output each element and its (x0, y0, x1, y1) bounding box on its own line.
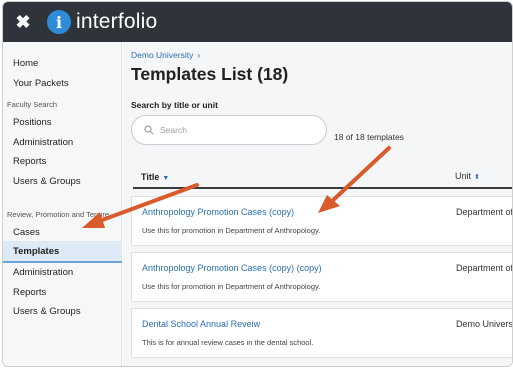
search-field[interactable] (131, 115, 327, 145)
sidebar-item-rpt-users-groups[interactable]: Users & Groups (3, 301, 122, 321)
sidebar-item-positions[interactable]: Positions (3, 112, 122, 132)
template-title-link[interactable]: Anthropology Promotion Cases (copy) (142, 207, 294, 217)
template-row: Anthropology Promotion Cases (copy) Depa… (131, 196, 513, 246)
template-row: Anthropology Promotion Cases (copy) (cop… (131, 252, 513, 302)
interfolio-logo-icon: i (47, 10, 71, 34)
breadcrumb-link[interactable]: Demo University (131, 50, 193, 60)
breadcrumb-separator: › (197, 50, 201, 60)
template-title-link[interactable]: Dental School Annual Reveiw (142, 319, 260, 329)
brand-name: interfolio (76, 10, 158, 33)
top-bar: ✖ i interfolio (3, 2, 512, 42)
page-title: Templates List (18) (131, 64, 289, 84)
template-unit: Department of (456, 263, 513, 273)
sidebar-item-home[interactable]: Home (3, 53, 122, 73)
sidebar-item-administration[interactable]: Administration (3, 132, 122, 152)
sort-desc-icon: ▼ (162, 175, 170, 182)
sidebar-section-rpt: Review, Promotion and Tenure (7, 210, 110, 219)
sidebar-item-rpt-administration[interactable]: Administration (3, 262, 122, 282)
sidebar-item-rpt-reports[interactable]: Reports (3, 282, 122, 302)
sidebar-item-reports[interactable]: Reports (3, 151, 122, 171)
template-unit: Department of (456, 207, 513, 217)
close-icon[interactable]: ✖ (5, 2, 41, 42)
search-label: Search by title or unit (131, 100, 218, 110)
sidebar-item-your-packets[interactable]: Your Packets (3, 73, 122, 93)
result-count: 18 of 18 templates (334, 132, 404, 142)
template-row: Dental School Annual Reveiw Demo Univers… (131, 308, 513, 358)
column-header-title[interactable]: Title ▼ (141, 172, 169, 182)
template-title-link[interactable]: Anthropology Promotion Cases (copy) (cop… (142, 263, 322, 273)
column-unit-label: Unit (455, 171, 472, 181)
breadcrumb: Demo University › (131, 50, 200, 60)
app-window: ✖ i interfolio Home Your Packets Faculty… (2, 1, 513, 367)
sidebar-item-cases[interactable]: Cases (3, 222, 122, 242)
search-input[interactable] (160, 125, 310, 135)
sidebar-section-faculty-search: Faculty Search (7, 100, 58, 109)
sort-icon: ⬍ (474, 174, 480, 181)
template-description: This is for annual review cases in the d… (142, 338, 314, 347)
column-header-unit[interactable]: Unit ⬍ (455, 171, 480, 181)
sidebar: Home Your Packets Faculty Search Positio… (3, 42, 122, 366)
template-unit: Demo Universi (456, 319, 513, 329)
template-description: Use this for promotion in Department of … (142, 226, 321, 235)
search-icon (144, 125, 154, 135)
sidebar-item-users-groups[interactable]: Users & Groups (3, 171, 122, 191)
header-divider (133, 187, 512, 189)
column-title-label: Title (141, 172, 160, 182)
template-description: Use this for promotion in Department of … (142, 282, 321, 291)
main-content: Demo University › Templates List (18) Sea… (123, 42, 513, 366)
sidebar-item-templates[interactable]: Templates (3, 241, 122, 263)
